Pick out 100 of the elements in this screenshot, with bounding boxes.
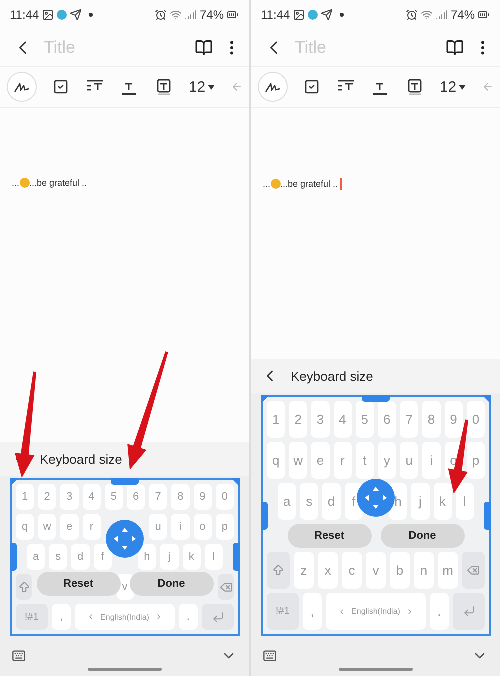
period-key[interactable]: . (430, 593, 450, 630)
keyboard-key[interactable]: 3 (60, 484, 79, 510)
keyboard-key[interactable]: b (390, 552, 410, 589)
keyboard-key[interactable]: e (311, 442, 330, 479)
corner-handle[interactable] (231, 478, 240, 487)
keyboard-icon[interactable] (12, 649, 26, 663)
keyboard-key[interactable]: x (318, 552, 338, 589)
keyboard-key[interactable]: k (434, 483, 452, 520)
keyboard-key[interactable]: h (138, 544, 156, 570)
keyboard-key[interactable]: l (456, 483, 474, 520)
arrow-left-icon[interactable] (482, 81, 494, 93)
keyboard-key[interactable]: u (149, 514, 168, 540)
font-size-dropdown[interactable]: 12 (188, 78, 215, 96)
keyboard-key[interactable]: i (422, 442, 441, 479)
checkbox-icon[interactable] (304, 79, 320, 95)
resize-handle[interactable] (261, 502, 268, 530)
keyboard-icon[interactable] (263, 649, 277, 663)
keyboard-key[interactable]: w (289, 442, 308, 479)
text-highlight-icon[interactable] (406, 78, 424, 96)
shift-key[interactable] (16, 574, 32, 600)
keyboard-key[interactable]: r (82, 514, 101, 540)
keyboard-key[interactable]: f (94, 544, 112, 570)
reset-button[interactable]: Reset (288, 524, 372, 548)
keyboard-key[interactable]: d (322, 483, 341, 520)
keyboard-key[interactable]: 5 (104, 484, 124, 510)
keyboard-key[interactable]: p (466, 442, 486, 479)
handwriting-button[interactable] (7, 72, 37, 102)
keyboard-key[interactable]: y (378, 442, 396, 479)
keyboard-key[interactable]: k (182, 544, 201, 570)
symbols-key[interactable]: !#1 (16, 604, 48, 630)
resize-handle[interactable] (362, 395, 390, 402)
arrow-left-icon[interactable] (230, 81, 243, 93)
handwriting-button[interactable] (258, 72, 288, 102)
enter-key[interactable] (202, 604, 234, 630)
shift-key[interactable] (267, 552, 290, 589)
backspace-key[interactable] (218, 574, 234, 600)
space-key[interactable]: English(India) (75, 604, 174, 630)
keyboard-key[interactable]: 9 (194, 484, 212, 510)
keyboard-key[interactable]: 7 (149, 484, 168, 510)
keyboard-key[interactable]: 9 (444, 401, 463, 438)
book-icon[interactable] (195, 39, 213, 57)
keyboard-key[interactable]: d (71, 544, 90, 570)
resize-handle[interactable] (10, 543, 17, 571)
keyboard-key[interactable]: 2 (289, 401, 308, 438)
keyboard-key[interactable]: 4 (82, 484, 101, 510)
corner-handle[interactable] (482, 395, 491, 404)
keyboard-key[interactable]: 0 (466, 401, 486, 438)
keyboard-key[interactable]: i (171, 514, 190, 540)
done-button[interactable]: Done (380, 524, 464, 548)
move-handle-icon[interactable] (357, 479, 395, 517)
keyboard-key[interactable]: 5 (356, 401, 374, 438)
keyboard-key[interactable]: 1 (267, 401, 286, 438)
keyboard-key[interactable]: v (366, 552, 386, 589)
symbols-key[interactable]: !#1 (267, 593, 299, 630)
keyboard-key[interactable]: w (38, 514, 56, 540)
keyboard-key[interactable]: m (438, 552, 458, 589)
keyboard-key[interactable]: 6 (127, 484, 146, 510)
done-button[interactable]: Done (130, 572, 214, 596)
keyboard-key[interactable]: z (294, 552, 314, 589)
keyboard-key[interactable]: t (356, 442, 374, 479)
book-icon[interactable] (446, 39, 464, 57)
resize-handle[interactable] (484, 502, 491, 530)
keyboard-key[interactable]: q (267, 442, 286, 479)
keyboard-key[interactable]: 4 (334, 401, 352, 438)
keyboard-key[interactable]: 3 (311, 401, 330, 438)
keyboard-key[interactable]: j (411, 483, 430, 520)
keyboard-key[interactable]: o (194, 514, 212, 540)
keyboard-key[interactable]: 8 (171, 484, 190, 510)
keyboard-key[interactable]: n (414, 552, 434, 589)
move-handle-icon[interactable] (106, 520, 144, 558)
keyboard-key[interactable]: s (49, 544, 68, 570)
comma-key[interactable]: , (52, 604, 72, 630)
keyboard-key[interactable]: s (300, 483, 318, 520)
keyboard-key[interactable]: j (160, 544, 179, 570)
backspace-key[interactable] (462, 552, 485, 589)
reset-button[interactable]: Reset (36, 572, 120, 596)
keyboard-key[interactable]: c (342, 552, 362, 589)
keyboard-key[interactable]: u (400, 442, 418, 479)
font-size-dropdown[interactable]: 12 (440, 78, 466, 96)
keyboard-key[interactable]: a (278, 483, 296, 520)
keyboard-key[interactable]: 8 (422, 401, 441, 438)
keyboard-key[interactable]: 0 (216, 484, 234, 510)
keyboard-key[interactable]: r (334, 442, 352, 479)
checkbox-icon[interactable] (53, 79, 70, 95)
keyboard-key[interactable]: 7 (400, 401, 418, 438)
keyboard-key[interactable]: l (204, 544, 223, 570)
keyboard-key[interactable]: p (216, 514, 234, 540)
comma-key[interactable]: , (302, 593, 322, 630)
period-key[interactable]: . (178, 604, 198, 630)
keyboard-key[interactable]: 2 (38, 484, 56, 510)
text-highlight-icon[interactable] (154, 78, 172, 96)
keyboard-key[interactable]: e (60, 514, 79, 540)
keyboard-key[interactable]: 6 (378, 401, 396, 438)
keyboard-key[interactable]: a (27, 544, 46, 570)
corner-handle[interactable] (261, 395, 270, 404)
corner-handle[interactable] (10, 478, 19, 487)
keyboard-key[interactable]: q (16, 514, 34, 540)
keyboard-key[interactable]: 1 (16, 484, 34, 510)
space-key[interactable]: English(India) (326, 593, 426, 630)
resize-handle[interactable] (111, 478, 139, 485)
